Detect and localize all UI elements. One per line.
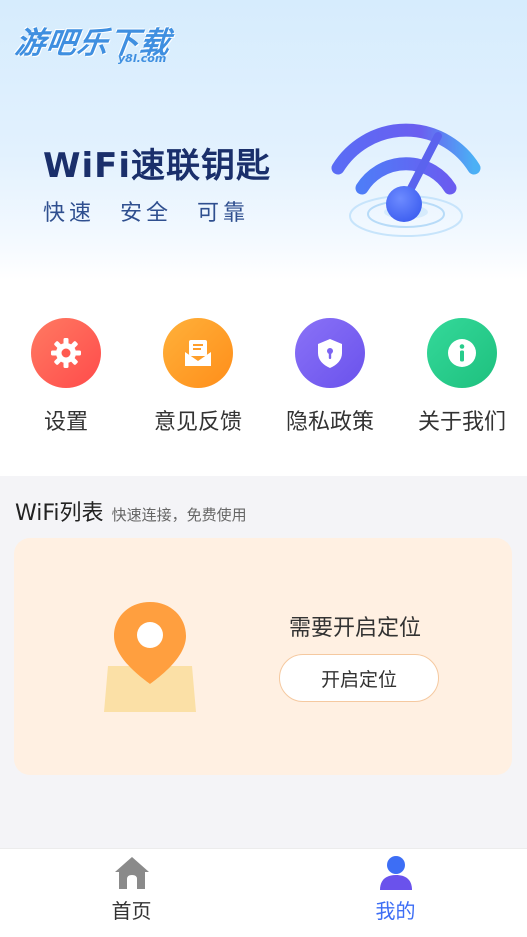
wifi-list-subtitle: 快速连接，免费使用 <box>111 506 247 524</box>
enable-location-button[interactable]: 开启定位 <box>279 654 439 702</box>
function-menu: 设置 意见反馈 隐私政策 关于我们 <box>0 280 527 476</box>
location-required-message: 需要开启定位 <box>289 616 422 641</box>
tab-label-home: 首页 <box>111 899 152 923</box>
tab-home[interactable]: 首页 <box>0 849 263 937</box>
info-icon <box>427 318 497 388</box>
user-icon <box>379 856 412 890</box>
gear-icon <box>31 318 101 388</box>
app-title: WiFi速联钥匙 <box>43 146 272 186</box>
location-pin-icon <box>104 602 196 712</box>
wifi-speedometer-icon <box>331 123 481 237</box>
home-icon <box>114 857 149 889</box>
menu-label-about: 关于我们 <box>417 410 506 435</box>
menu-label-settings: 设置 <box>43 410 88 435</box>
menu-label-feedback: 意见反馈 <box>153 410 242 435</box>
location-permission-card: 需要开启定位 开启定位 <box>14 538 512 775</box>
menu-item-feedback[interactable]: 意见反馈 <box>138 318 258 448</box>
watermark-domain: y8l.com <box>118 52 167 65</box>
shield-icon <box>295 318 365 388</box>
bottom-tab-bar: 首页 我的 <box>0 848 527 937</box>
app-slogan: 快速 安全 可靠 <box>43 201 249 226</box>
wifi-list-header: WiFi列表 快速连接，免费使用 <box>15 495 247 527</box>
hero-banner: 游吧乐下载 y8l.com WiFi速联钥匙 快速 安全 可靠 <box>0 0 527 280</box>
wifi-list-title: WiFi列表 <box>15 501 104 526</box>
tab-mine[interactable]: 我的 <box>264 849 527 937</box>
menu-item-privacy[interactable]: 隐私政策 <box>270 318 390 448</box>
tab-label-mine: 我的 <box>375 899 416 923</box>
menu-label-privacy: 隐私政策 <box>285 410 374 435</box>
menu-item-settings[interactable]: 设置 <box>6 318 126 448</box>
mail-icon <box>163 318 233 388</box>
menu-item-about[interactable]: 关于我们 <box>402 318 522 448</box>
